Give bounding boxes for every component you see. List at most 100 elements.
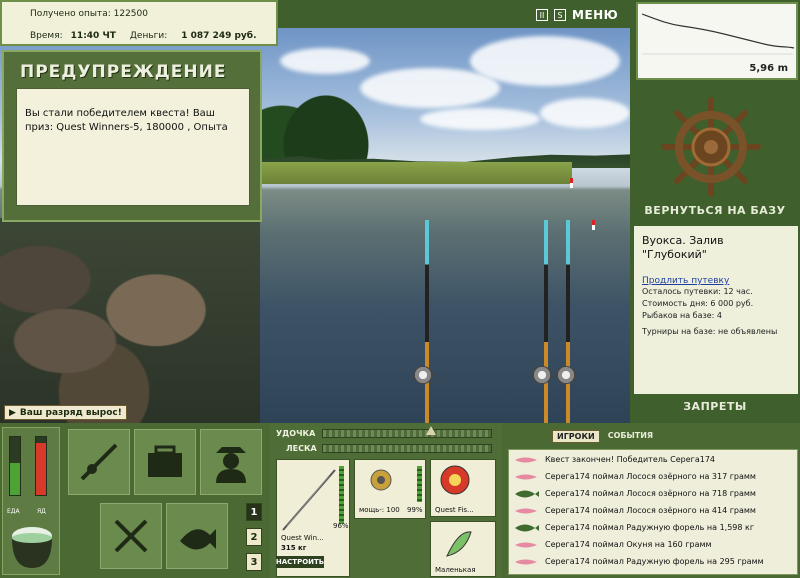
rod-weight: 315 кг bbox=[281, 544, 307, 552]
events-tabs: ИГРОКИ СОБЫТИЯ bbox=[552, 430, 657, 443]
fish-icon bbox=[180, 529, 216, 550]
rod-1[interactable] bbox=[425, 220, 429, 423]
list-item: Серега174 поймал Окуня на 160 грамм bbox=[509, 537, 799, 552]
food-bar bbox=[9, 436, 21, 496]
tab-players[interactable]: ИГРОКИ bbox=[552, 430, 600, 443]
poison-label: ЯД bbox=[37, 508, 46, 515]
rod-2[interactable] bbox=[544, 220, 548, 423]
time-value: 11:40 ЧТ bbox=[70, 31, 116, 41]
fish-icon bbox=[515, 490, 539, 497]
pass-remaining: Осталось путевки: 12 час. bbox=[642, 287, 753, 296]
knife-fork-icon bbox=[114, 519, 148, 553]
reel-icon bbox=[556, 366, 576, 384]
money-value: 1 087 249 руб. bbox=[181, 31, 257, 41]
ship-wheel-icon[interactable] bbox=[660, 96, 762, 198]
shore-rocks bbox=[0, 218, 260, 423]
depth-value: 5,96 m bbox=[749, 63, 788, 74]
warning-dialog[interactable]: ПРЕДУПРЕЖДЕНИЕ Вы стали победителем квес… bbox=[2, 50, 262, 222]
tackle-panel: УДОЧКА ЛЕСКА 96% Quest Win... 315 кг мощ… bbox=[270, 423, 502, 578]
vitals-panel: ЕДА ЯД bbox=[2, 427, 60, 575]
list-item: Серега174 поймал Лосося озёрного на 317 … bbox=[509, 469, 799, 484]
rod-3[interactable] bbox=[566, 220, 570, 423]
reel-slot[interactable]: мощь-: 100 99% bbox=[354, 459, 426, 519]
character-button[interactable] bbox=[200, 429, 262, 495]
rod-tension-label: УДОЧКА bbox=[276, 429, 316, 438]
player-info: Получено опыта: 122500 Время: 11:40 ЧТ Д… bbox=[0, 0, 278, 46]
tackle-box-icon bbox=[148, 445, 182, 477]
poison-bar bbox=[35, 436, 47, 496]
pause-icon[interactable]: II bbox=[536, 9, 548, 21]
reel-durability-bar bbox=[417, 466, 422, 502]
rod-slot-2-button[interactable]: 2 bbox=[246, 528, 262, 546]
base-info: Вуокса. Залив "Глубокий" Продлить путевк… bbox=[634, 226, 798, 394]
float-icon bbox=[592, 220, 595, 230]
rod-slot-1-button[interactable]: 1 bbox=[246, 503, 262, 521]
reel-power: мощь-: 100 bbox=[359, 506, 400, 514]
reed-shore bbox=[262, 162, 572, 184]
list-item: Серега174 поймал Лосося озёрного на 718 … bbox=[509, 486, 799, 501]
money-label: Деньги: bbox=[129, 31, 168, 41]
list-item: Серега174 поймал Лосося озёрного на 414 … bbox=[509, 503, 799, 518]
warning-title: ПРЕДУПРЕЖДЕНИЕ bbox=[20, 62, 227, 82]
lure-icon bbox=[515, 508, 537, 513]
food-label: ЕДА bbox=[7, 508, 20, 515]
rod-icon bbox=[80, 443, 118, 481]
tab-events[interactable]: СОБЫТИЯ bbox=[604, 430, 657, 443]
list-item: Квест закончен! Победитель Серега174 bbox=[509, 452, 799, 467]
line-spool-icon bbox=[440, 465, 470, 495]
time-label: Время: bbox=[30, 31, 63, 41]
setup-button[interactable]: НАСТРОИТЬ bbox=[276, 556, 324, 568]
base-name: Вуокса. Залив bbox=[642, 234, 724, 247]
day-cost: Стоимость дня: 6 000 руб. bbox=[642, 299, 754, 308]
rod-thumbnail-icon bbox=[282, 469, 336, 531]
lure-icon bbox=[515, 542, 537, 547]
anglers-count: Рыбаков на базе: 4 bbox=[642, 311, 722, 320]
tension-marker-icon[interactable] bbox=[426, 426, 436, 435]
lure-icon bbox=[515, 474, 537, 479]
depth-chart: 5,96 m bbox=[636, 2, 798, 80]
fish-cage-button[interactable] bbox=[166, 503, 228, 569]
reel-percent: 99% bbox=[407, 506, 423, 514]
float-icon bbox=[570, 178, 573, 188]
return-to-base-button[interactable]: ВЕРНУТЬСЯ НА БАЗУ bbox=[630, 204, 800, 217]
cauldron-icon[interactable] bbox=[7, 520, 57, 572]
rod-slot-3-button[interactable]: 3 bbox=[246, 553, 262, 571]
reel-icon bbox=[413, 366, 433, 384]
menu-button[interactable]: МЕНЮ bbox=[572, 8, 618, 22]
fisherman-icon bbox=[216, 447, 246, 483]
tackle-box-button[interactable] bbox=[134, 429, 196, 495]
time-money-line: Время: 11:40 ЧТ Деньги: 1 087 249 руб. bbox=[30, 31, 257, 41]
lure-icon bbox=[515, 457, 537, 462]
experience-line: Получено опыта: 122500 bbox=[30, 9, 148, 19]
lure-slot[interactable]: Маленькая bbox=[430, 521, 496, 577]
warning-message: Вы стали победителем квеста! Ваш приз: Q… bbox=[16, 88, 250, 206]
line-tension-slider[interactable] bbox=[322, 444, 492, 453]
lure-name: Маленькая bbox=[435, 566, 476, 574]
rank-notice-text: Ваш разряд вырос! bbox=[19, 407, 122, 418]
arrow-icon: ▶ bbox=[9, 407, 16, 418]
rod-tension-slider[interactable] bbox=[322, 429, 492, 438]
base-subname: "Глубокий" bbox=[642, 248, 707, 261]
list-item: Серега174 поймал Радужную форель на 295 … bbox=[509, 554, 799, 569]
fish-icon bbox=[515, 524, 539, 531]
top-controls: II S МЕНЮ bbox=[536, 6, 618, 24]
bait-slot[interactable]: Quest Fis... bbox=[430, 459, 496, 517]
lure-icon bbox=[515, 559, 537, 564]
experience-value: 122500 bbox=[113, 9, 148, 19]
tournaments-status: Турниры на базе: не объявлены bbox=[642, 327, 778, 336]
lure-icon bbox=[446, 531, 472, 557]
events-panel: ИГРОКИ СОБЫТИЯ Квест закончен! Победител… bbox=[504, 423, 800, 578]
list-item: Серега174 поймал Радужную форель на 1,59… bbox=[509, 520, 799, 535]
reel-icon bbox=[532, 366, 552, 384]
bans-button[interactable]: ЗАПРЕТЫ bbox=[630, 400, 800, 413]
rank-notice[interactable]: ▶ Ваш разряд вырос! bbox=[4, 405, 127, 420]
reel-thumbnail-icon bbox=[370, 469, 392, 491]
rod-percent: 96% bbox=[333, 522, 349, 530]
rod-name: Quest Win... bbox=[281, 534, 324, 542]
line-tension-label: ЛЕСКА bbox=[286, 444, 317, 453]
rods-button[interactable] bbox=[68, 429, 130, 495]
extend-pass-link[interactable]: Продлить путевку bbox=[642, 276, 790, 286]
sound-icon[interactable]: S bbox=[554, 9, 566, 21]
rod-durability-bar bbox=[339, 466, 344, 524]
food-button[interactable] bbox=[100, 503, 162, 569]
